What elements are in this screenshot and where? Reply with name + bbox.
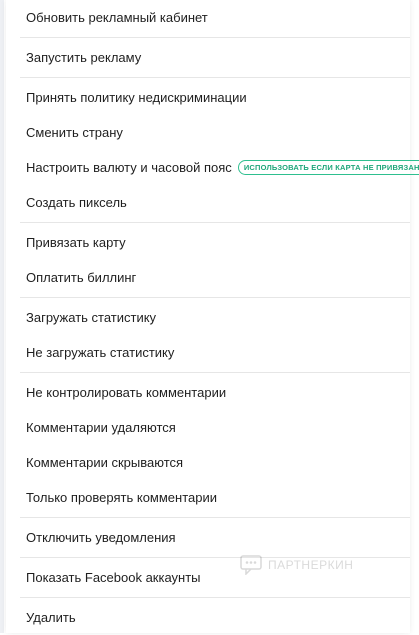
- menu-item-label: Обновить рекламный кабинет: [26, 10, 208, 25]
- hint-badge: ИСПОЛЬЗОВАТЬ ЕСЛИ КАРТА НЕ ПРИВЯЗАНА: [237, 160, 419, 175]
- menu-item-label: Принять политику недискриминации: [26, 90, 247, 105]
- watermark-logo-icon: [240, 555, 262, 575]
- menu-item-comments-deleted[interactable]: Комментарии удаляются: [6, 410, 410, 445]
- menu-item-dont-control-comments[interactable]: Не контролировать комментарии: [6, 375, 410, 410]
- menu-divider: [20, 517, 410, 518]
- menu-item-change-country[interactable]: Сменить страну: [6, 115, 410, 150]
- menu-item-pay-billing[interactable]: Оплатить биллинг: [6, 260, 410, 295]
- watermark: ПАРТНЕРКИН: [240, 555, 353, 575]
- menu-item-accept-non-discrimination-policy[interactable]: Принять политику недискриминации: [6, 80, 410, 115]
- menu-divider: [20, 37, 410, 38]
- menu-item-label: Только проверять комментарии: [26, 490, 217, 505]
- menu-item-only-check-comments[interactable]: Только проверять комментарии: [6, 480, 410, 515]
- menu-item-link-card[interactable]: Привязать карту: [6, 225, 410, 260]
- menu-item-label: Комментарии удаляются: [26, 420, 176, 435]
- menu-divider: [20, 77, 410, 78]
- menu-item-label: Показать Facebook аккаунты: [26, 570, 201, 585]
- menu-item-create-pixel[interactable]: Создать пиксель: [6, 185, 410, 220]
- menu-item-disable-notifications[interactable]: Отключить уведомления: [6, 520, 410, 555]
- menu-item-label: Оплатить биллинг: [26, 270, 137, 285]
- menu-item-launch-ads[interactable]: Запустить рекламу: [6, 40, 410, 75]
- menu-item-refresh-ad-account[interactable]: Обновить рекламный кабинет: [6, 0, 410, 35]
- menu-item-label: Удалить: [26, 610, 76, 625]
- menu-item-label: Загружать статистику: [26, 310, 157, 325]
- menu-item-label: Комментарии скрываются: [26, 455, 184, 470]
- menu-item-comments-hidden[interactable]: Комментарии скрываются: [6, 445, 410, 480]
- context-menu: Обновить рекламный кабинет Запустить рек…: [6, 0, 419, 635]
- menu-divider: [20, 297, 410, 298]
- watermark-text: ПАРТНЕРКИН: [268, 558, 354, 572]
- menu-divider: [20, 372, 410, 373]
- menu-item-label: Сменить страну: [26, 125, 123, 140]
- menu-divider: [20, 222, 410, 223]
- menu-item-label: Настроить валюту и часовой пояс: [26, 160, 232, 175]
- menu-divider: [20, 597, 410, 598]
- menu-item-load-statistics[interactable]: Загружать статистику: [6, 300, 410, 335]
- menu-item-label: Создать пиксель: [26, 195, 127, 210]
- menu-item-dont-load-statistics[interactable]: Не загружать статистику: [6, 335, 410, 370]
- menu-item-set-currency-timezone[interactable]: Настроить валюту и часовой пояс ИСПОЛЬЗО…: [6, 150, 419, 185]
- menu-item-delete[interactable]: Удалить: [6, 600, 410, 635]
- menu-item-label: Привязать карту: [26, 235, 126, 250]
- menu-item-label: Запустить рекламу: [26, 50, 142, 65]
- menu-item-label: Не загружать статистику: [26, 345, 175, 360]
- menu-item-label: Не контролировать комментарии: [26, 385, 227, 400]
- menu-item-label: Отключить уведомления: [26, 530, 176, 545]
- page-background-edge: [0, 0, 4, 633]
